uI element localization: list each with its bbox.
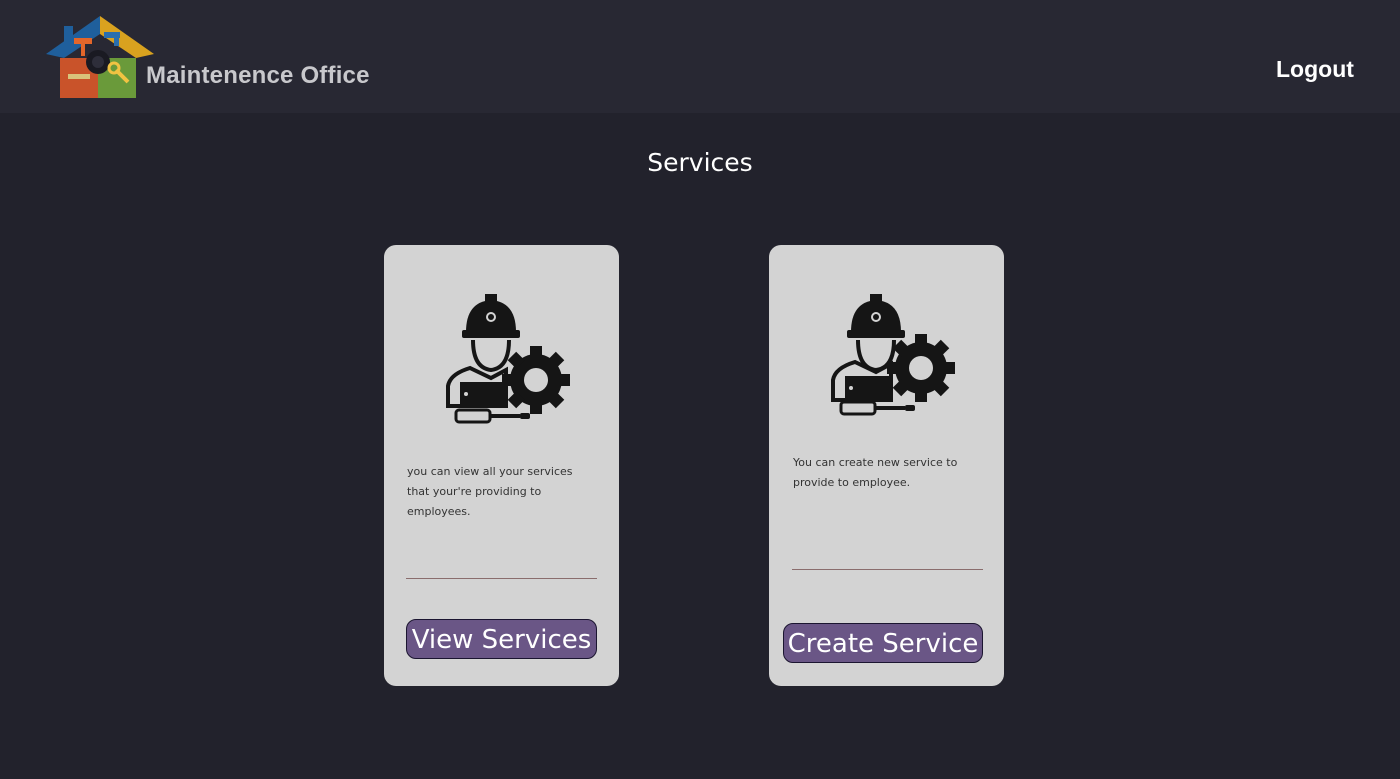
view-services-button[interactable]: View Services (406, 619, 597, 659)
card-divider (792, 569, 983, 570)
create-service-button[interactable]: Create Service (783, 623, 983, 663)
card-description: you can view all your services that your… (407, 465, 573, 518)
brand-title: Maintenence Office (146, 62, 370, 89)
worker-gear-icon (446, 294, 570, 424)
card-description: You can create new service to provide to… (793, 456, 958, 489)
page-title: Services (647, 148, 753, 177)
worker-gear-icon (831, 294, 955, 416)
logout-link[interactable]: Logout (1276, 56, 1354, 83)
house-tools-logo-icon[interactable] (44, 12, 156, 102)
top-header: Maintenence Office Logout (0, 0, 1400, 113)
card-divider (406, 578, 597, 579)
